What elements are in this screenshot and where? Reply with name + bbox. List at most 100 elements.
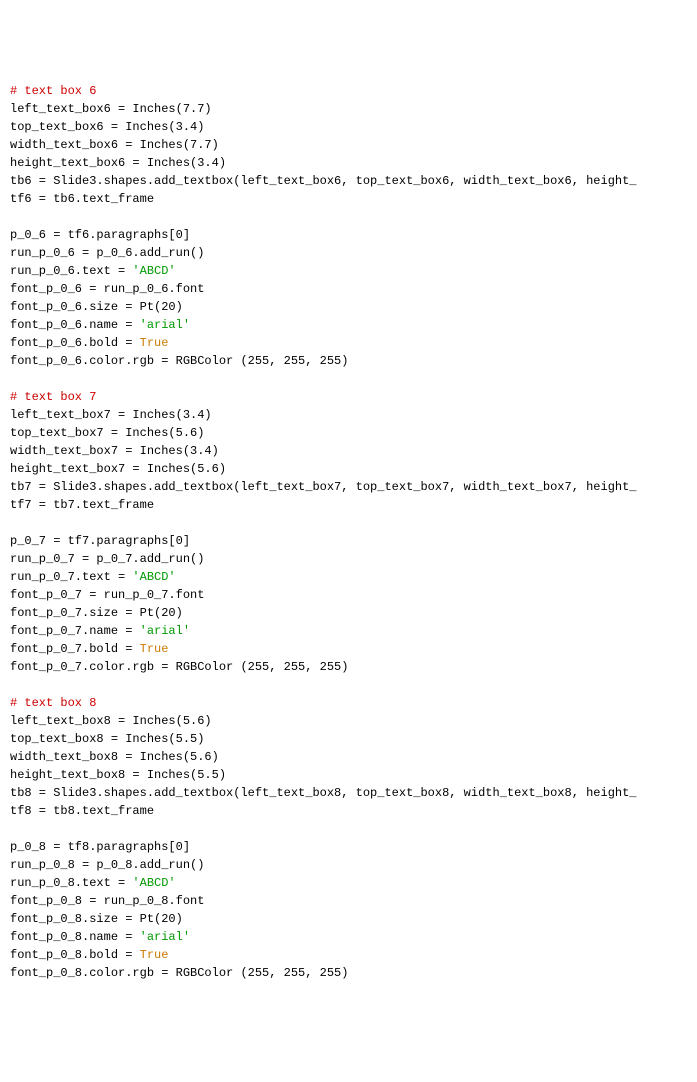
code-line bbox=[10, 676, 687, 694]
code-line: font_p_0_8 = run_p_0_8.font bbox=[10, 892, 687, 910]
string-literal: 'arial' bbox=[140, 624, 190, 638]
code-line: top_text_box8 = Inches(5.5) bbox=[10, 730, 687, 748]
code-line: height_text_box8 = Inches(5.5) bbox=[10, 766, 687, 784]
code-text: left_text_box6 = Inches(7.7) bbox=[10, 102, 212, 116]
code-text: left_text_box8 = Inches(5.6) bbox=[10, 714, 212, 728]
code-line: font_p_0_6.name = 'arial' bbox=[10, 316, 687, 334]
code-line: font_p_0_8.size = Pt(20) bbox=[10, 910, 687, 928]
code-text: tb7 = Slide3.shapes.add_textbox(left_tex… bbox=[10, 480, 637, 494]
code-line bbox=[10, 208, 687, 226]
code-text: tf6 = tb6.text_frame bbox=[10, 192, 154, 206]
code-text: font_p_0_6.size = Pt(20) bbox=[10, 300, 183, 314]
code-block: # text box 6 left_text_box6 = Inches(7.7)… bbox=[10, 82, 687, 982]
code-text: top_text_box8 = Inches(5.5) bbox=[10, 732, 204, 746]
code-text: tb8 = Slide3.shapes.add_textbox(left_tex… bbox=[10, 786, 637, 800]
code-line: tf8 = tb8.text_frame bbox=[10, 802, 687, 820]
code-line: # text box 6 bbox=[10, 82, 687, 100]
code-line: p_0_8 = tf8.paragraphs[0] bbox=[10, 838, 687, 856]
code-line: font_p_0_8.name = 'arial' bbox=[10, 928, 687, 946]
code-line: run_p_0_8 = p_0_8.add_run() bbox=[10, 856, 687, 874]
code-line: width_text_box6 = Inches(7.7) bbox=[10, 136, 687, 154]
code-line: width_text_box8 = Inches(5.6) bbox=[10, 748, 687, 766]
code-text: font_p_0_7 = run_p_0_7.font bbox=[10, 588, 204, 602]
code-line: p_0_6 = tf6.paragraphs[0] bbox=[10, 226, 687, 244]
code-line: font_p_0_7.bold = True bbox=[10, 640, 687, 658]
code-text: tf8 = tb8.text_frame bbox=[10, 804, 154, 818]
code-line: # text box 8 bbox=[10, 694, 687, 712]
constant: True bbox=[140, 642, 169, 656]
code-line: height_text_box7 = Inches(5.6) bbox=[10, 460, 687, 478]
code-text: width_text_box8 = Inches(5.6) bbox=[10, 750, 219, 764]
code-text: font_p_0_7.bold = bbox=[10, 642, 140, 656]
code-text: height_text_box8 = Inches(5.5) bbox=[10, 768, 226, 782]
code-line: tb6 = Slide3.shapes.add_textbox(left_tex… bbox=[10, 172, 687, 190]
code-line bbox=[10, 514, 687, 532]
code-text: width_text_box6 = Inches(7.7) bbox=[10, 138, 219, 152]
code-text: run_p_0_7.text = bbox=[10, 570, 132, 584]
string-literal: 'ABCD' bbox=[132, 264, 175, 278]
code-line: tf6 = tb6.text_frame bbox=[10, 190, 687, 208]
code-text: height_text_box7 = Inches(5.6) bbox=[10, 462, 226, 476]
code-line: font_p_0_6.color.rgb = RGBColor (255, 25… bbox=[10, 352, 687, 370]
string-literal: 'arial' bbox=[140, 318, 190, 332]
code-text: tb6 = Slide3.shapes.add_textbox(left_tex… bbox=[10, 174, 637, 188]
code-text: tf7 = tb7.text_frame bbox=[10, 498, 154, 512]
code-text: p_0_8 = tf8.paragraphs[0] bbox=[10, 840, 190, 854]
code-text: font_p_0_8.size = Pt(20) bbox=[10, 912, 183, 926]
code-text: p_0_6 = tf6.paragraphs[0] bbox=[10, 228, 190, 242]
code-text: run_p_0_8 = p_0_8.add_run() bbox=[10, 858, 204, 872]
code-line: font_p_0_7.name = 'arial' bbox=[10, 622, 687, 640]
code-line: font_p_0_7.size = Pt(20) bbox=[10, 604, 687, 622]
code-line: left_text_box6 = Inches(7.7) bbox=[10, 100, 687, 118]
code-line bbox=[10, 820, 687, 838]
code-text: font_p_0_7.size = Pt(20) bbox=[10, 606, 183, 620]
code-text: font_p_0_7.color.rgb = RGBColor (255, 25… bbox=[10, 660, 348, 674]
code-line: tb7 = Slide3.shapes.add_textbox(left_tex… bbox=[10, 478, 687, 496]
code-text: font_p_0_8.color.rgb = RGBColor (255, 25… bbox=[10, 966, 348, 980]
code-line: run_p_0_6.text = 'ABCD' bbox=[10, 262, 687, 280]
code-text: left_text_box7 = Inches(3.4) bbox=[10, 408, 212, 422]
code-line: left_text_box8 = Inches(5.6) bbox=[10, 712, 687, 730]
code-text: font_p_0_6.name = bbox=[10, 318, 140, 332]
code-line bbox=[10, 370, 687, 388]
constant: True bbox=[140, 948, 169, 962]
code-text: font_p_0_7.name = bbox=[10, 624, 140, 638]
code-line: run_p_0_7 = p_0_7.add_run() bbox=[10, 550, 687, 568]
code-text: run_p_0_7 = p_0_7.add_run() bbox=[10, 552, 204, 566]
string-literal: 'ABCD' bbox=[132, 876, 175, 890]
constant: True bbox=[140, 336, 169, 350]
comment: # text box 6 bbox=[10, 84, 96, 98]
code-text: run_p_0_8.text = bbox=[10, 876, 132, 890]
code-line: font_p_0_6 = run_p_0_6.font bbox=[10, 280, 687, 298]
code-line: left_text_box7 = Inches(3.4) bbox=[10, 406, 687, 424]
code-line: width_text_box7 = Inches(3.4) bbox=[10, 442, 687, 460]
code-line: font_p_0_7.color.rgb = RGBColor (255, 25… bbox=[10, 658, 687, 676]
code-text: font_p_0_6.color.rgb = RGBColor (255, 25… bbox=[10, 354, 348, 368]
code-line: run_p_0_7.text = 'ABCD' bbox=[10, 568, 687, 586]
code-line: p_0_7 = tf7.paragraphs[0] bbox=[10, 532, 687, 550]
string-literal: 'ABCD' bbox=[132, 570, 175, 584]
code-line: run_p_0_6 = p_0_6.add_run() bbox=[10, 244, 687, 262]
code-text: p_0_7 = tf7.paragraphs[0] bbox=[10, 534, 190, 548]
code-text: font_p_0_6 = run_p_0_6.font bbox=[10, 282, 204, 296]
code-text: font_p_0_8.name = bbox=[10, 930, 140, 944]
code-text: top_text_box7 = Inches(5.6) bbox=[10, 426, 204, 440]
code-text: width_text_box7 = Inches(3.4) bbox=[10, 444, 219, 458]
code-line: font_p_0_8.bold = True bbox=[10, 946, 687, 964]
code-line: top_text_box6 = Inches(3.4) bbox=[10, 118, 687, 136]
code-line: run_p_0_8.text = 'ABCD' bbox=[10, 874, 687, 892]
code-text: height_text_box6 = Inches(3.4) bbox=[10, 156, 226, 170]
code-line: font_p_0_8.color.rgb = RGBColor (255, 25… bbox=[10, 964, 687, 982]
code-line: font_p_0_6.bold = True bbox=[10, 334, 687, 352]
code-line: top_text_box7 = Inches(5.6) bbox=[10, 424, 687, 442]
string-literal: 'arial' bbox=[140, 930, 190, 944]
comment: # text box 7 bbox=[10, 390, 96, 404]
code-text: font_p_0_8.bold = bbox=[10, 948, 140, 962]
code-text: font_p_0_6.bold = bbox=[10, 336, 140, 350]
comment: # text box 8 bbox=[10, 696, 96, 710]
code-line: font_p_0_6.size = Pt(20) bbox=[10, 298, 687, 316]
code-line: height_text_box6 = Inches(3.4) bbox=[10, 154, 687, 172]
code-line: # text box 7 bbox=[10, 388, 687, 406]
code-text: top_text_box6 = Inches(3.4) bbox=[10, 120, 204, 134]
code-text: font_p_0_8 = run_p_0_8.font bbox=[10, 894, 204, 908]
